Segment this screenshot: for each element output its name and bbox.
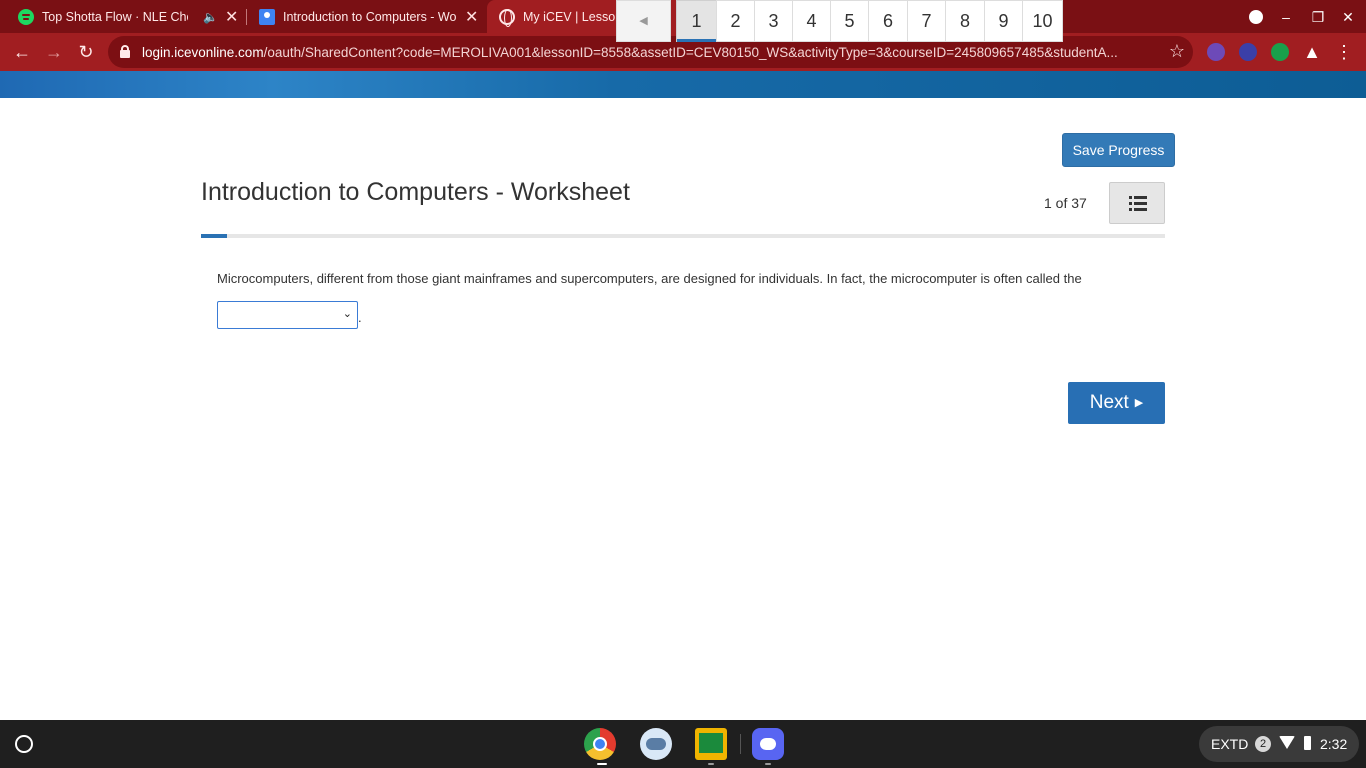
active-page-indicator [677,39,716,42]
wifi-icon [1279,736,1295,750]
lock-icon [120,45,130,58]
prev-page-button[interactable]: ◀ [616,0,671,42]
page-button-10[interactable]: 10 [1022,0,1063,42]
page-title: Introduction to Computers - Worksheet [201,178,630,206]
question-text: Microcomputers, different from those gia… [217,271,1082,286]
progress-bar [201,234,1165,238]
shelf-divider [740,734,741,754]
tab-title: Introduction to Computers - Wor [283,9,457,24]
close-tab-icon[interactable]: ✕ [465,7,478,27]
tab-classroom[interactable]: Introduction to Computers - Wor ✕ [247,0,485,33]
display-mode-label: EXTD [1211,736,1249,752]
extension-icon[interactable] [1239,43,1257,61]
list-icon [1129,196,1147,212]
answer-dropdown[interactable]: ⌄ [217,301,358,329]
back-icon[interactable]: ← [10,40,34,64]
os-shelf [0,720,1366,768]
page-button-2[interactable]: 2 [716,0,755,42]
clock-time: 2:32 [1320,736,1348,752]
question-counter: 1 of 37 [1044,195,1087,211]
save-progress-button[interactable]: Save Progress [1062,133,1175,167]
page-button-7[interactable]: 7 [907,0,946,42]
speaker-muted-icon[interactable]: 🔈 [203,10,218,24]
forward-icon[interactable]: → [42,40,66,64]
next-label: Next [1089,392,1129,413]
close-window-icon[interactable]: ✕ [1338,7,1358,27]
discord-icon[interactable] [752,728,784,760]
running-indicator [765,763,771,765]
page-button-3[interactable]: 3 [754,0,793,42]
battery-icon [1304,736,1311,750]
restore-icon[interactable]: ❐ [1308,7,1328,27]
notification-count-badge: 2 [1255,736,1271,752]
classroom-icon [259,8,275,25]
sentence-period: . [358,310,362,325]
minimize-icon[interactable]: – [1276,7,1296,27]
tab-search-icon[interactable] [1246,7,1266,27]
chevron-down-icon: ⌄ [342,308,352,320]
page-button-5[interactable]: 5 [830,0,869,42]
question-list-button[interactable] [1109,182,1165,224]
play-arrow-icon: ▶ [1134,397,1144,409]
extension-icon[interactable] [1207,43,1225,61]
spotify-icon [18,8,34,25]
running-indicator [708,763,714,765]
extension-icon[interactable] [1271,43,1289,61]
tab-spotify[interactable]: Top Shotta Flow · NLE Chop 🔈 ✕ [0,0,244,33]
reload-icon[interactable]: ↻ [74,40,98,64]
page-button-9[interactable]: 9 [984,0,1023,42]
page-button-6[interactable]: 6 [868,0,908,42]
launcher-icon[interactable] [15,735,33,753]
classroom-icon[interactable] [695,728,727,760]
chrome-icon[interactable] [584,728,616,760]
running-indicator [597,763,607,765]
close-tab-icon[interactable]: ✕ [225,7,238,27]
next-button[interactable]: Next ▶ [1068,382,1165,424]
site-header-banner [0,71,1366,98]
page-button-1[interactable]: 1 [676,0,717,42]
status-tray[interactable]: EXTD 2 2:32 [1199,726,1359,762]
globe-icon [499,8,515,27]
files-icon[interactable] [640,728,672,760]
puzzle-extensions-icon[interactable]: ▲ [1300,40,1324,64]
page-button-4[interactable]: 4 [792,0,831,42]
page-button-8[interactable]: 8 [945,0,985,42]
tab-title: Top Shotta Flow · NLE Chop [42,9,188,24]
menu-kebab-icon[interactable]: ⋮ [1332,40,1356,64]
url-text[interactable]: login.icevonline.com/oauth/SharedContent… [142,45,1152,60]
progress-fill [201,234,228,238]
bookmark-star-icon[interactable]: ☆ [1169,41,1185,62]
